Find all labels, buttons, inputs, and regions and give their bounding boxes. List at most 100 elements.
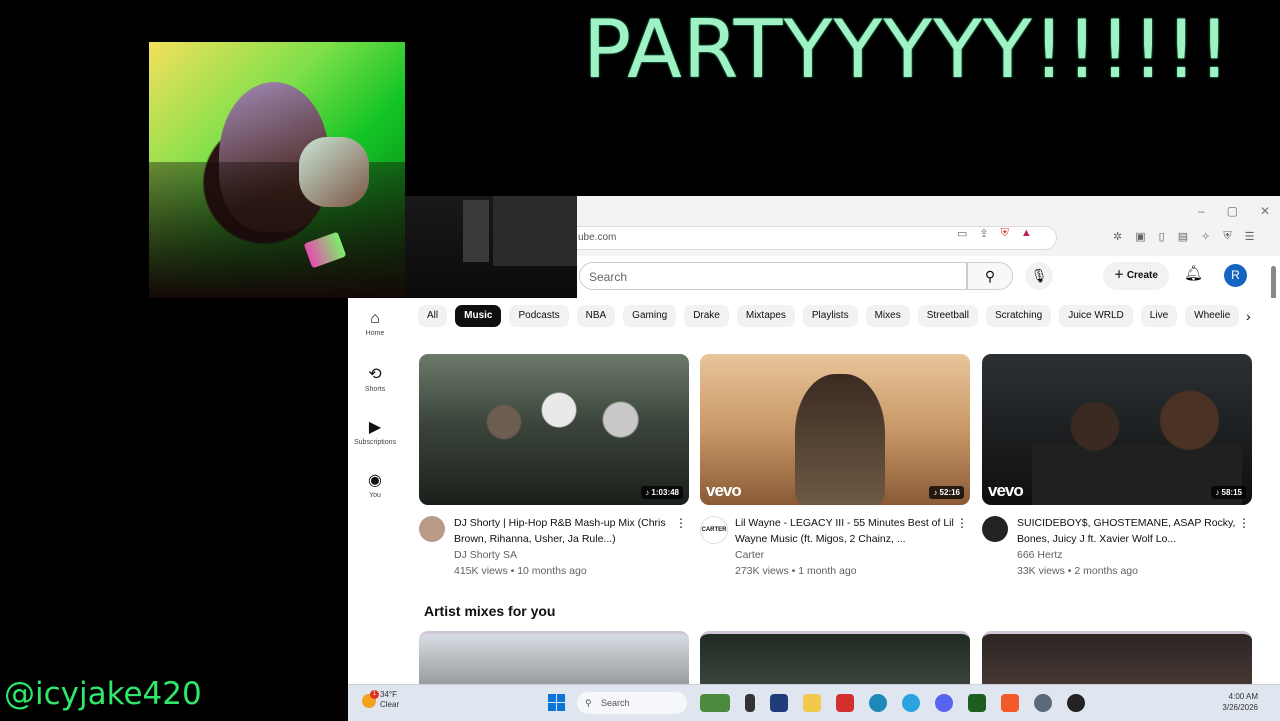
chip-live[interactable]: Live — [1140, 305, 1178, 327]
weather-temp: 34°F — [380, 690, 397, 699]
search-button[interactable]: ⚲ — [967, 262, 1013, 290]
create-label: Create — [1126, 270, 1158, 281]
channel-name[interactable]: 666 Hertz — [1017, 547, 1252, 563]
app-green-icon[interactable] — [968, 694, 986, 712]
settings-gear-icon[interactable] — [1034, 694, 1052, 712]
video-title[interactable]: Lil Wayne - LEGACY III - 55 Minutes Best… — [735, 515, 970, 547]
sidebar-item-shorts[interactable]: ⟲ Shorts — [348, 364, 402, 393]
sidebar-toggle-icon[interactable]: ▯ — [1159, 230, 1165, 243]
windows-start-icon[interactable] — [548, 694, 565, 711]
vpn-icon[interactable]: ⛨ — [1223, 230, 1231, 243]
mix-thumbnail[interactable] — [982, 631, 1252, 684]
chip-streetball[interactable]: Streetball — [917, 305, 978, 327]
brave-shield-icon[interactable]: ⛨ — [1001, 227, 1009, 240]
video-duration: ♪ 58:15 — [1211, 486, 1246, 499]
video-card[interactable]: vevo ♪ 58:15 SUICIDEBOY$, GHOSTEMANE, AS… — [982, 354, 1252, 579]
app-l-icon[interactable] — [836, 694, 854, 712]
leo-icon[interactable]: ✧ — [1201, 230, 1210, 243]
share-icon[interactable]: ⇪ — [979, 227, 988, 240]
create-button[interactable]: ＋ Create — [1103, 262, 1169, 290]
media-player-icon[interactable] — [1067, 694, 1085, 712]
thumbnail-artist — [795, 374, 885, 505]
windows-taskbar: 1 34°F Clear ⚲ Search 4:00 AM 3/26/2026 — [348, 684, 1280, 721]
tab-search-icon[interactable]: ▣ — [1135, 230, 1145, 243]
chip-all[interactable]: All — [418, 305, 448, 327]
sidebar-item-subscriptions[interactable]: ▶ Subscriptions — [348, 417, 402, 446]
extensions-icon[interactable]: ✲ — [1113, 230, 1122, 243]
discord-icon[interactable] — [935, 694, 953, 712]
mix-thumbnail[interactable] — [700, 631, 970, 684]
channel-avatar[interactable] — [982, 516, 1008, 542]
youtube-masthead: Search ⚲ 🎙 ＋ Create 🔔︎ R — [577, 256, 1280, 298]
store-app-icon[interactable] — [770, 694, 788, 712]
cast-icon[interactable]: ▭ — [957, 227, 967, 240]
video-thumbnail[interactable]: vevo ♪ 58:15 — [982, 354, 1252, 505]
minimize-button[interactable]: – — [1198, 204, 1205, 218]
webcam-background-room — [405, 196, 577, 298]
edge-browser-icon[interactable] — [869, 694, 887, 712]
channel-name[interactable]: DJ Shorty SA — [454, 547, 689, 563]
sidebar-item-home[interactable]: ⌂ Home — [348, 310, 402, 337]
channel-name[interactable]: Carter — [735, 547, 970, 563]
channel-avatar[interactable] — [419, 516, 445, 542]
thumbnail-crowd — [449, 374, 669, 494]
brave-rewards-icon[interactable]: ▲ — [1021, 227, 1032, 240]
video-meta: SUICIDEBOY$, GHOSTEMANE, ASAP Rocky, Bon… — [982, 515, 1252, 579]
subscriptions-icon: ▶ — [368, 419, 382, 436]
window-controls: – ▢ ✕ — [1198, 204, 1270, 218]
sidebar-item-label: You — [369, 492, 381, 499]
wallet-icon[interactable]: ▤ — [1178, 230, 1188, 243]
address-bar-icons: ▭ ⇪ ⛨ ▲ — [957, 227, 1032, 240]
webcam-feed — [149, 42, 405, 298]
chip-podcasts[interactable]: Podcasts — [509, 305, 569, 327]
chevron-right-icon[interactable]: › — [1246, 308, 1251, 324]
file-explorer-icon[interactable] — [803, 694, 821, 712]
video-card[interactable]: vevo ♪ 52:16 CARTER Lil Wayne - LEGACY I… — [700, 354, 970, 579]
taskbar-search[interactable]: ⚲ Search — [577, 692, 687, 714]
video-thumbnail[interactable]: vevo ♪ 52:16 — [700, 354, 970, 505]
chip-drake[interactable]: Drake — [684, 305, 729, 327]
menu-icon[interactable]: ☰ — [1245, 230, 1255, 243]
sidebar-item-you[interactable]: ◉ You — [348, 470, 402, 499]
chip-music[interactable]: Music — [455, 305, 502, 327]
room-door — [463, 200, 489, 262]
chip-playlists[interactable]: Playlists — [802, 305, 858, 327]
widgets-app-icon[interactable] — [700, 694, 730, 712]
chip-juice-wrld[interactable]: Juice WRLD — [1059, 305, 1133, 327]
maximize-button[interactable]: ▢ — [1227, 204, 1238, 218]
clock-time: 4:00 AM — [1228, 692, 1258, 701]
search-icon: ⚲ — [984, 268, 996, 284]
telegram-icon[interactable] — [902, 694, 920, 712]
chip-gaming[interactable]: Gaming — [623, 305, 677, 327]
chip-scratching[interactable]: Scratching — [985, 305, 1052, 327]
notifications-bell-icon[interactable]: 🔔︎ — [1184, 264, 1203, 282]
sidebar-item-label: Home — [365, 330, 385, 337]
video-title[interactable]: DJ Shorty | Hip-Hop R&B Mash-up Mix (Chr… — [454, 515, 689, 547]
sidebar-item-label: Subscriptions — [353, 439, 397, 446]
plus-icon: ＋ — [1114, 270, 1127, 281]
close-window-button[interactable]: ✕ — [1260, 204, 1270, 218]
chip-nba[interactable]: NBA — [576, 305, 616, 327]
weather-widget[interactable]: 1 34°F Clear — [362, 690, 399, 710]
search-input[interactable]: Search — [579, 262, 967, 290]
channel-avatar[interactable]: CARTER — [700, 516, 728, 544]
video-thumbnail[interactable]: ♪ 1:03:48 — [419, 354, 689, 505]
video-title[interactable]: SUICIDEBOY$, GHOSTEMANE, ASAP Rocky, Bon… — [1017, 515, 1252, 547]
system-clock[interactable]: 4:00 AM 3/26/2026 — [1222, 691, 1258, 713]
chip-mixes[interactable]: Mixes — [865, 305, 910, 327]
more-options-icon[interactable]: ⋮ — [675, 515, 687, 531]
chip-wheelie[interactable]: Wheelie — [1185, 305, 1240, 327]
voice-search-button[interactable]: 🎙 — [1025, 262, 1053, 290]
taskbar-apps — [700, 694, 1085, 712]
video-stats: 33K views • 2 months ago — [1017, 565, 1138, 577]
mix-thumbnail[interactable] — [419, 631, 689, 684]
youtube-main: ⌂ Home ⟲ Shorts ▶ Subscriptions ◉ You Al… — [348, 298, 1280, 684]
more-options-icon[interactable]: ⋮ — [956, 515, 968, 531]
video-stats: 415K views • 10 months ago — [454, 565, 587, 577]
account-avatar[interactable]: R — [1224, 264, 1247, 287]
more-options-icon[interactable]: ⋮ — [1238, 515, 1250, 531]
brave-browser-icon[interactable] — [1001, 694, 1019, 712]
task-view-icon[interactable] — [745, 694, 755, 712]
chip-mixtapes[interactable]: Mixtapes — [736, 305, 795, 327]
video-card[interactable]: ♪ 1:03:48 DJ Shorty | Hip-Hop R&B Mash-u… — [419, 354, 689, 579]
